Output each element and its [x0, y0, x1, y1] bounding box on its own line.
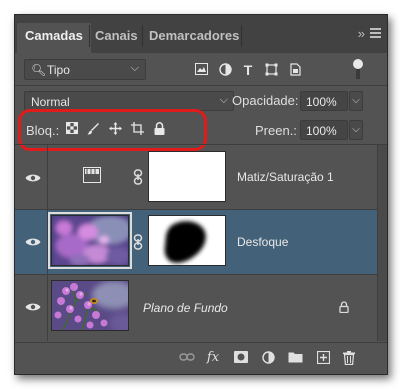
tab-canais[interactable]: Canais — [95, 23, 138, 53]
filter-kind-select[interactable]: 🔍︎ Tipo ⌵ — [24, 59, 146, 80]
fill-value: 100% — [306, 124, 337, 138]
filter-kind-value: Tipo — [47, 63, 70, 77]
filter-toggle-switch[interactable] — [352, 59, 363, 79]
visibility-eye-icon[interactable] — [25, 237, 41, 247]
layer-row-hue-saturation[interactable]: Matiz/Saturação 1 — [15, 145, 377, 210]
layers-footer-toolbar: fx — [15, 342, 387, 374]
smart-object-filter-icon[interactable] — [288, 63, 302, 77]
chevron-down-icon: ⌵ — [219, 94, 228, 106]
blend-mode-select[interactable]: Normal ⌵ — [24, 91, 234, 111]
layer-row-background[interactable]: Plano de Fundo — [15, 275, 377, 341]
image-filter-icon[interactable] — [194, 63, 208, 77]
layers-scrollbar[interactable] — [377, 145, 387, 341]
tab-bar: Camadas Canais Demarcadores » — [15, 15, 387, 53]
layer-name[interactable]: Plano de Fundo — [143, 301, 228, 315]
adjustment-filter-icon[interactable] — [218, 63, 232, 77]
search-icon: 🔍︎ — [31, 63, 47, 77]
fill-label: Preen.: — [255, 123, 297, 138]
blend-mode-value: Normal — [31, 95, 70, 109]
layers-panel: Camadas Canais Demarcadores » 🔍︎ Tipo ⌵ … — [14, 14, 388, 375]
layer-lock-icon[interactable] — [339, 301, 349, 316]
layer-mask-thumbnail[interactable] — [148, 151, 226, 202]
type-filter-icon[interactable]: T — [241, 63, 255, 77]
opacity-value: 100% — [306, 95, 337, 109]
delete-icon[interactable] — [342, 351, 356, 366]
opacity-label: Opacidade: — [232, 93, 299, 108]
fill-input[interactable]: 100% — [300, 120, 348, 140]
tab-demarcadores[interactable]: Demarcadores — [149, 23, 239, 53]
add-mask-icon[interactable] — [234, 351, 248, 365]
shape-filter-icon[interactable] — [264, 63, 278, 77]
opacity-input[interactable]: 100% — [300, 91, 348, 111]
layer-row-desfoque[interactable]: Desfoque — [15, 210, 377, 274]
mask-link-icon[interactable] — [133, 169, 143, 188]
fx-icon[interactable]: fx — [206, 351, 220, 365]
mask-link-icon[interactable] — [133, 234, 143, 253]
chevron-down-icon: ⌵ — [130, 62, 139, 74]
layer-name[interactable]: Desfoque — [237, 235, 288, 249]
opacity-dropdown-button[interactable]: ⌵ — [349, 91, 363, 111]
panel-menu-icon[interactable] — [370, 28, 381, 40]
link-layers-icon[interactable] — [179, 351, 195, 365]
visibility-eye-icon[interactable] — [25, 173, 41, 183]
tab-camadas[interactable]: Camadas — [17, 23, 91, 53]
visibility-eye-icon[interactable] — [25, 302, 41, 312]
fill-dropdown-button[interactable]: ⌵ — [349, 120, 363, 140]
layer-name[interactable]: Matiz/Saturação 1 — [237, 170, 334, 184]
new-layer-icon[interactable] — [316, 350, 330, 365]
new-fill-adjustment-icon[interactable] — [261, 351, 275, 365]
new-group-icon[interactable] — [288, 351, 303, 365]
layer-thumbnail[interactable] — [48, 212, 132, 269]
adjustment-layer-icon — [83, 167, 101, 186]
layer-thumbnail[interactable] — [51, 280, 129, 331]
collapse-panel-button[interactable]: » — [358, 26, 365, 41]
layer-mask-thumbnail[interactable] — [148, 215, 226, 266]
